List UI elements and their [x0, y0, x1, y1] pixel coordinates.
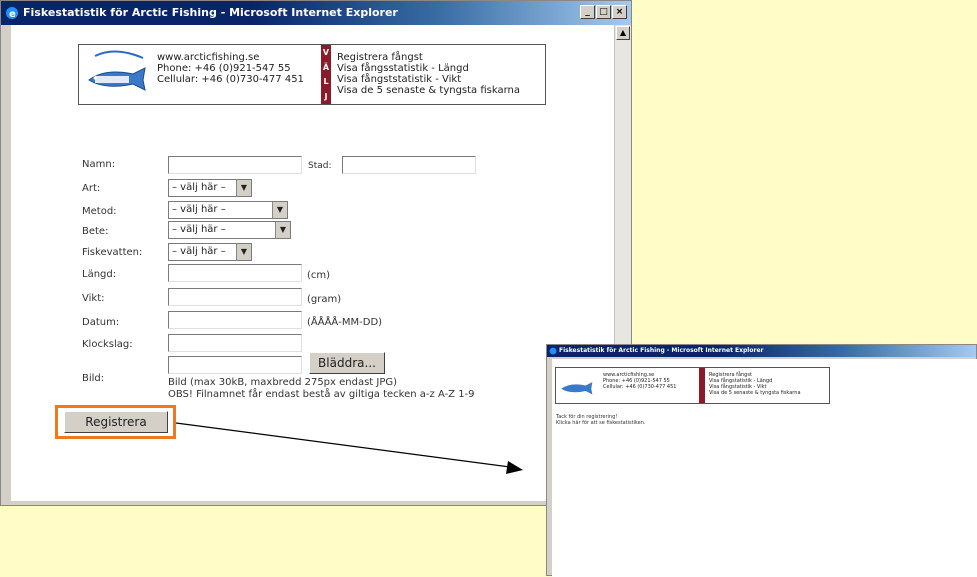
menu-visa-langd[interactable]: Visa fångsstatistik - Längd [337, 63, 520, 74]
namn-label: Namn: [82, 159, 116, 170]
confirmation-contact: www.arcticfishing.se Phone: +46 (0)921-5… [603, 372, 676, 390]
klockslag-label: Klockslag: [82, 339, 133, 350]
chevron-down-icon[interactable]: ▼ [272, 202, 287, 218]
metod-label: Metod: [82, 206, 117, 217]
confirmation-nav-menu: Registrera fångst Visa fångstatistik - L… [709, 372, 801, 396]
nav-menu: Registrera fångst Visa fångsstatistik - … [337, 52, 520, 96]
contact-website: www.arcticfishing.se [157, 52, 260, 63]
stad-input[interactable] [342, 156, 476, 174]
ie-icon: e [6, 7, 18, 20]
vali-letter: V [322, 47, 330, 57]
scroll-up-arrow-icon[interactable]: ▲ [616, 26, 630, 40]
fiskevatten-label: Fiskevatten: [82, 247, 143, 258]
vali-letter: J [324, 92, 328, 102]
main-browser-window: e Fiskestatistik för Arctic Fishing - Mi… [0, 0, 632, 506]
datum-unit: (ÅÅÅÅ-MM-DD) [307, 317, 383, 328]
klockslag-input[interactable] [168, 334, 302, 352]
contact-cellular: Cellular: +46 (0)730-477 451 [603, 384, 677, 390]
vali-bar: V Ä L J [321, 45, 331, 104]
bild-note-filename: OBS! Filnamnet får endast bestå av gilti… [168, 389, 475, 400]
bild-label: Bild: [82, 373, 105, 384]
stad-label: Stad: [308, 161, 332, 171]
chevron-down-icon[interactable]: ▼ [275, 222, 290, 238]
namn-input[interactable] [168, 156, 302, 174]
registrera-button[interactable]: Registrera [64, 411, 168, 433]
chevron-down-icon[interactable]: ▼ [236, 180, 251, 196]
fish-logo-icon [561, 382, 593, 395]
bild-file-input[interactable] [168, 356, 302, 374]
langd-label: Längd: [82, 269, 117, 280]
ie-icon [549, 347, 557, 355]
site-banner: www.arcticfishing.se Phone: +46 (0)921-5… [78, 44, 546, 105]
art-select-value: – välj här – [172, 182, 226, 193]
bete-label: Bete: [82, 226, 109, 237]
vali-bar [699, 368, 705, 403]
maximize-button[interactable]: □ [596, 5, 611, 19]
close-button[interactable]: × [612, 5, 627, 19]
art-label: Art: [82, 183, 101, 194]
svg-text:e: e [9, 9, 16, 20]
main-title-text: Fiskestatistik för Arctic Fishing - Micr… [23, 6, 398, 19]
metod-select[interactable]: – välj här – ▼ [168, 201, 288, 219]
contact-cellular: Cellular: +46 (0)730-477 451 [157, 74, 304, 85]
menu-visa-vikt[interactable]: Visa fångststatistik - Vikt [337, 74, 520, 85]
chevron-down-icon[interactable]: ▼ [236, 244, 251, 260]
main-title-bar: e Fiskestatistik för Arctic Fishing - Mi… [1, 1, 631, 25]
vikt-unit: (gram) [307, 294, 342, 305]
confirmation-title-bar: Fiskestatistik för Arctic Fishing - Micr… [547, 345, 976, 357]
minimize-button[interactable]: _ [580, 5, 595, 19]
bete-select[interactable]: – välj här – ▼ [168, 221, 291, 239]
confirmation-title-text: Fiskestatistik för Arctic Fishing - Micr… [559, 347, 764, 354]
datum-input[interactable] [168, 311, 302, 329]
vali-letter: L [323, 77, 329, 87]
confirmation-browser-window: Fiskestatistik för Arctic Fishing - Micr… [546, 344, 977, 577]
confirmation-content-area: www.arcticfishing.se Phone: +46 (0)921-5… [552, 359, 977, 577]
bete-select-value: – välj här – [172, 224, 226, 235]
confirmation-banner: www.arcticfishing.se Phone: +46 (0)921-5… [555, 367, 830, 404]
bild-note-size: Bild (max 30kB, maxbredd 275px endast JP… [168, 377, 398, 388]
menu-visa-senaste[interactable]: Visa de 5 senaste & tyngsta fiskarna [337, 85, 520, 96]
browse-button[interactable]: Bläddra... [309, 352, 385, 374]
vali-letter: Ä [322, 62, 330, 72]
click-here-message[interactable]: Klicka här för att se fiskestatistiken. [556, 420, 646, 426]
langd-input[interactable] [168, 264, 302, 282]
datum-label: Datum: [82, 317, 120, 328]
menu-visa-senaste[interactable]: Visa de 5 senaste & tyngsta fiskarna [709, 390, 801, 396]
vikt-input[interactable] [168, 288, 302, 306]
contact-info: www.arcticfishing.se Phone: +46 (0)921-5… [157, 52, 304, 85]
langd-unit: (cm) [307, 270, 331, 281]
vikt-label: Vikt: [82, 293, 105, 304]
art-select[interactable]: – välj här – ▼ [168, 179, 252, 197]
fish-logo-icon[interactable] [85, 49, 157, 101]
contact-phone: Phone: +46 (0)921-547 55 [157, 63, 291, 74]
fiskevatten-select[interactable]: – välj här – ▼ [168, 243, 252, 261]
metod-select-value: – välj här – [172, 204, 226, 215]
fiskevatten-select-value: – välj här – [172, 246, 226, 257]
menu-registrera-fangst[interactable]: Registrera fångst [337, 52, 520, 63]
